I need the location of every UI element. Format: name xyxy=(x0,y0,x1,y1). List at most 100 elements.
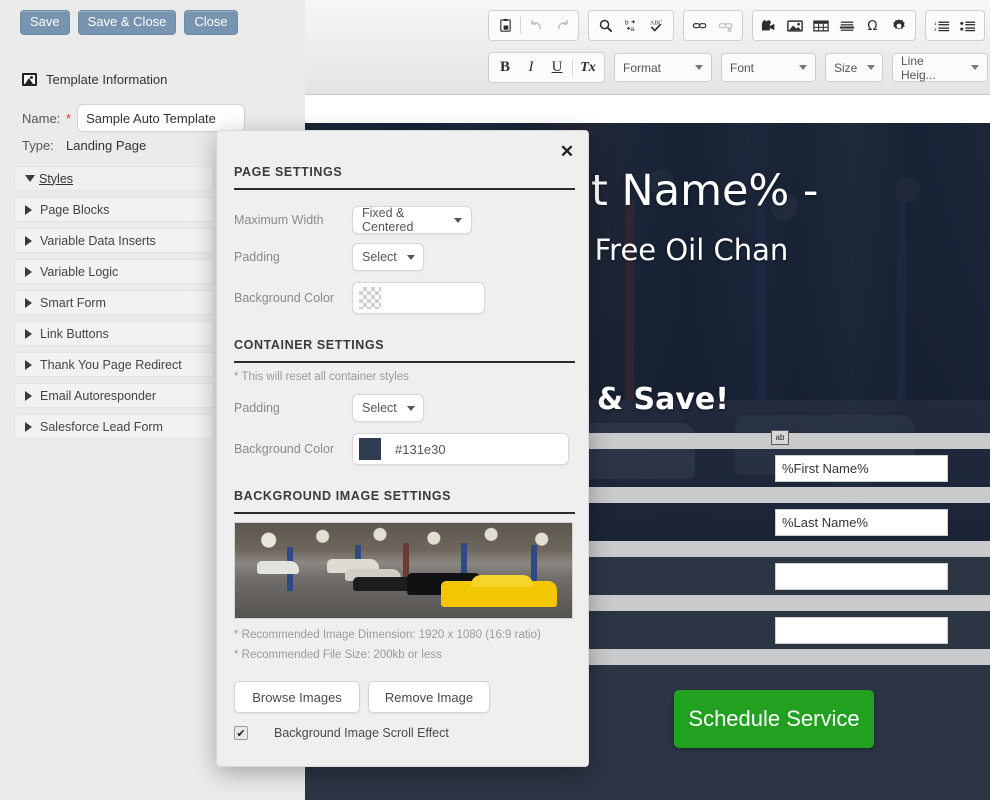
container-background-color-label: Background Color xyxy=(234,442,335,456)
remove-format-button[interactable]: Tx xyxy=(575,55,601,80)
close-button[interactable]: Close xyxy=(184,10,238,35)
link-group xyxy=(683,10,743,41)
template-type-label: Type: xyxy=(22,138,54,153)
accordion-item-smart-form[interactable]: Smart Form xyxy=(14,290,214,315)
search-icon[interactable] xyxy=(592,13,618,38)
required-marker: * xyxy=(66,110,72,126)
variable-field-badge[interactable]: ab xyxy=(771,430,789,445)
template-name-input[interactable] xyxy=(77,104,246,132)
find-spellcheck-group: ba ABC xyxy=(588,10,674,41)
horizontal-rule-icon[interactable] xyxy=(834,13,860,38)
paste-from-clipboard-icon[interactable] xyxy=(492,13,518,38)
italic-button[interactable]: I xyxy=(518,55,544,80)
last-name-input[interactable]: %Last Name% xyxy=(775,508,948,536)
list-group: 12 xyxy=(925,10,985,41)
fourth-field-input[interactable] xyxy=(775,616,948,644)
chevron-right-icon xyxy=(25,297,32,308)
chevron-right-icon xyxy=(25,235,32,246)
bold-button[interactable]: B xyxy=(492,55,518,80)
thumb-car-white xyxy=(257,561,299,574)
svg-text:1: 1 xyxy=(934,21,937,26)
page-padding-value: Select xyxy=(362,250,397,264)
remove-image-button[interactable]: Remove Image xyxy=(368,681,490,713)
size-dropdown-label: Size xyxy=(834,60,858,75)
unlink-icon[interactable] xyxy=(713,13,739,38)
spellcheck-abc-icon[interactable]: ABC xyxy=(644,13,670,38)
chevron-down-icon xyxy=(695,65,703,70)
page-padding-label: Padding xyxy=(234,250,280,264)
svg-text:Ω: Ω xyxy=(867,19,877,33)
chevron-down-icon xyxy=(971,65,979,70)
underline-button[interactable]: U xyxy=(544,55,570,80)
chevron-down-icon xyxy=(406,254,415,260)
maximum-width-dropdown[interactable]: Fixed & Centered xyxy=(352,206,472,234)
gear-icon[interactable] xyxy=(886,13,912,38)
page-background-color-label: Background Color xyxy=(234,291,335,305)
background-image-settings-title: BACKGROUND IMAGE SETTINGS xyxy=(234,489,452,503)
accordion-item-label: Thank You Page Redirect xyxy=(40,357,182,372)
chevron-right-icon xyxy=(25,421,32,432)
image-icon xyxy=(22,73,37,86)
container-background-color-row: Background Color #131e30 xyxy=(234,433,569,465)
page-padding-dropdown[interactable]: Select xyxy=(352,243,424,271)
chevron-down-icon xyxy=(25,175,35,182)
section-divider xyxy=(234,361,575,363)
accordion-item-link-buttons[interactable]: Link Buttons xyxy=(14,321,214,346)
container-padding-label: Padding xyxy=(234,401,280,415)
template-information-label: Template Information xyxy=(46,72,168,87)
undo-icon[interactable] xyxy=(523,13,549,38)
container-padding-dropdown[interactable]: Select xyxy=(352,394,424,422)
format-dropdown-label: Format xyxy=(623,60,662,75)
toolbar-separator xyxy=(572,59,573,76)
chevron-right-icon xyxy=(25,328,32,339)
background-image-thumbnail[interactable] xyxy=(234,522,573,619)
accordion-item-label: Smart Form xyxy=(40,295,106,310)
bulleted-list-icon[interactable] xyxy=(955,13,981,38)
video-camera-icon[interactable] xyxy=(756,13,782,38)
background-scroll-effect-label: Background Image Scroll Effect xyxy=(274,726,449,740)
template-name-row: Name: * xyxy=(22,104,246,132)
save-button[interactable]: Save xyxy=(20,10,70,35)
maximum-width-label: Maximum Width xyxy=(234,213,324,227)
maximum-width-row: Maximum Width Fixed & Centered xyxy=(234,206,472,234)
save-and-close-button[interactable]: Save & Close xyxy=(77,10,177,35)
transparent-swatch-icon xyxy=(359,287,381,309)
thumb-car-yellow-roof xyxy=(471,575,533,587)
background-scroll-effect-checkbox[interactable]: ✔ xyxy=(234,726,248,740)
accordion-item-email-autoresponder[interactable]: Email Autoresponder xyxy=(14,383,214,408)
chevron-down-icon xyxy=(867,65,876,70)
redo-icon[interactable] xyxy=(549,13,575,38)
page-background-color-picker[interactable] xyxy=(352,282,485,314)
accordion-item-variable-data-inserts[interactable]: Variable Data Inserts xyxy=(14,228,214,253)
accordion-item-variable-logic[interactable]: Variable Logic xyxy=(14,259,214,284)
link-icon[interactable] xyxy=(687,13,713,38)
color-swatch-icon xyxy=(359,438,381,460)
address-input[interactable] xyxy=(775,562,948,590)
close-icon[interactable]: ✕ xyxy=(558,143,576,161)
schedule-service-button[interactable]: Schedule Service xyxy=(674,690,874,748)
font-dropdown[interactable]: Font xyxy=(721,53,816,82)
font-dropdown-label: Font xyxy=(730,60,755,75)
template-type-value: Landing Page xyxy=(66,138,147,153)
browse-images-button[interactable]: Browse Images xyxy=(234,681,360,713)
accordion-item-page-blocks[interactable]: Page Blocks xyxy=(14,197,214,222)
accordion-item-label: Salesforce Lead Form xyxy=(40,419,163,434)
accordion-item-thank-you-page-redirect[interactable]: Thank You Page Redirect xyxy=(14,352,214,377)
text-style-group: B I U Tx xyxy=(488,52,605,83)
chevron-right-icon xyxy=(25,359,32,370)
table-icon[interactable] xyxy=(808,13,834,38)
line-height-dropdown[interactable]: Line Heig... xyxy=(892,53,988,82)
omega-special-character-icon[interactable]: Ω xyxy=(860,13,886,38)
numbered-list-icon[interactable]: 12 xyxy=(929,13,955,38)
image-icon[interactable] xyxy=(782,13,808,38)
accordion-item-styles[interactable]: Styles xyxy=(14,166,214,191)
accordion-item-salesforce-lead-form[interactable]: Salesforce Lead Form xyxy=(14,414,214,439)
format-dropdown[interactable]: Format xyxy=(614,53,712,82)
section-divider xyxy=(234,512,575,514)
container-background-color-picker[interactable]: #131e30 xyxy=(352,433,569,465)
first-name-input[interactable]: %First Name% xyxy=(775,454,948,482)
rich-text-editor-toolbar: ba ABC Ω 1 2 B I U Tx Format Font Size L… xyxy=(305,0,990,95)
chevron-down-icon xyxy=(799,65,807,70)
size-dropdown[interactable]: Size xyxy=(825,53,883,82)
find-replace-icon[interactable]: ba xyxy=(618,13,644,38)
